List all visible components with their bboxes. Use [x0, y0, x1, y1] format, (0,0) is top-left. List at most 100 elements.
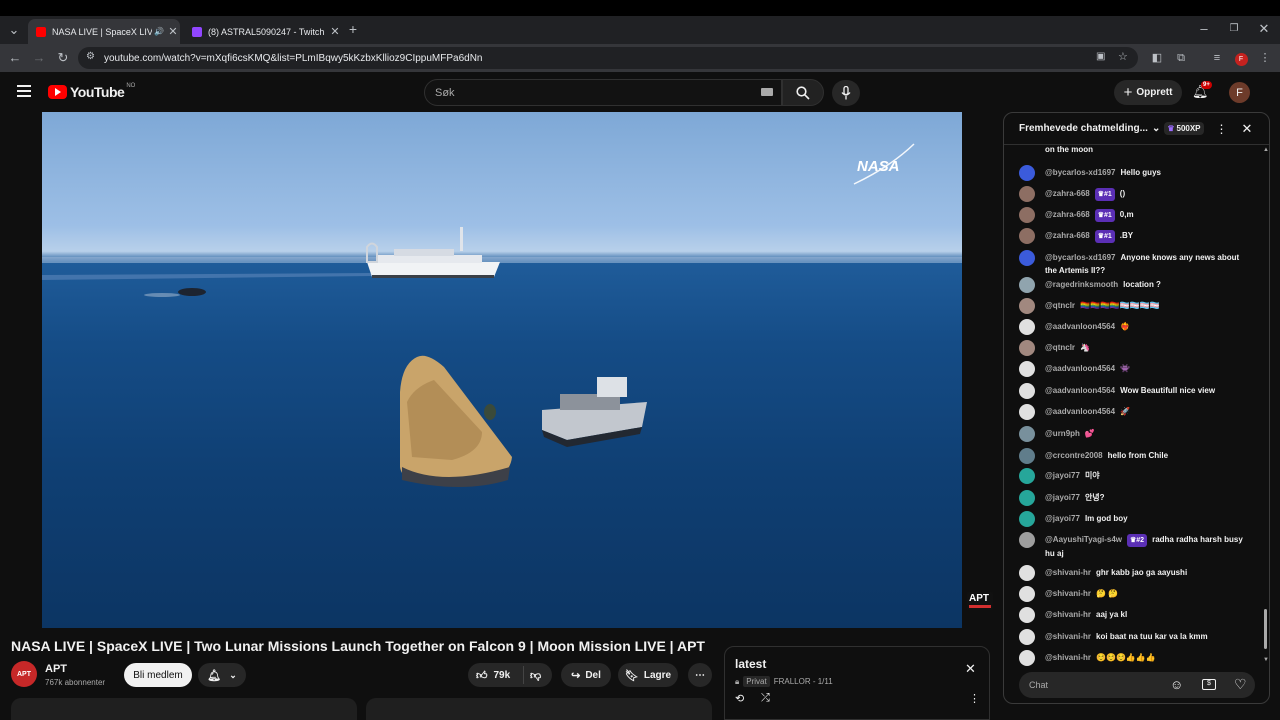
- emoji-picker-icon[interactable]: ☺: [1170, 677, 1183, 692]
- bookmark-star-icon[interactable]: ☆: [1118, 50, 1128, 63]
- chat-author-name[interactable]: @bycarlos-xd1697: [1045, 253, 1116, 262]
- join-button[interactable]: Bli medlem: [124, 663, 192, 687]
- chat-author-name[interactable]: @crcontre2008: [1045, 451, 1103, 460]
- audio-playing-icon[interactable]: 🔊: [152, 27, 166, 36]
- chat-message[interactable]: @jayoi77 미야: [1019, 468, 1251, 484]
- chat-author-avatar[interactable]: [1019, 586, 1035, 602]
- channel-avatar[interactable]: APT: [11, 661, 37, 687]
- video-player[interactable]: NASA: [42, 112, 962, 628]
- chat-author-avatar[interactable]: [1019, 404, 1035, 420]
- chat-author-avatar[interactable]: [1019, 650, 1035, 666]
- window-close-icon[interactable]: ✕: [1256, 21, 1272, 37]
- chat-author-name[interactable]: @jayoi77: [1045, 471, 1080, 480]
- chat-author-name[interactable]: @aadvanloon4564: [1045, 386, 1115, 395]
- chat-author-avatar[interactable]: [1019, 490, 1035, 506]
- voice-search-button[interactable]: [832, 80, 860, 106]
- chat-author-avatar[interactable]: [1019, 277, 1035, 293]
- save-button[interactable]: 🔖︎ Lagre: [618, 663, 678, 687]
- chat-message[interactable]: @zahra-668 ♛#1 .BY: [1019, 228, 1251, 244]
- chat-message[interactable]: @qtnclr 🏳️‍🌈🏳️‍🌈🏳️‍🌈🏳️‍🌈🏳️‍⚧️🏳️‍⚧️🏳️‍⚧️🏳️…: [1019, 298, 1251, 314]
- chat-message[interactable]: @aadvanloon4564 Wow Beautifull nice view: [1019, 383, 1251, 399]
- share-button[interactable]: ↪ Del: [561, 663, 611, 687]
- chat-author-avatar[interactable]: [1019, 607, 1035, 623]
- chat-message[interactable]: @shivani-hr 🤔 🤔: [1019, 586, 1251, 602]
- chat-author-name[interactable]: @jayoi77: [1045, 493, 1080, 502]
- new-tab-icon[interactable]: +: [345, 21, 361, 37]
- dislike-button[interactable]: 👎︎: [524, 669, 541, 682]
- chat-author-avatar[interactable]: [1019, 361, 1035, 377]
- extension-icon[interactable]: ◧: [1149, 50, 1165, 66]
- notifications-bell-icon[interactable]: 🔔︎ 9+: [1192, 81, 1212, 100]
- playlist-title[interactable]: latest: [735, 657, 766, 671]
- chat-message[interactable]: @shivani-hr ghr kabb jao ga aayushi: [1019, 565, 1251, 581]
- chat-message[interactable]: @aadvanloon4564 👾: [1019, 361, 1251, 377]
- loop-icon[interactable]: ⟲: [735, 692, 744, 705]
- chat-author-name[interactable]: @zahra-668: [1045, 210, 1090, 219]
- keyboard-icon[interactable]: [761, 88, 773, 96]
- chat-author-name[interactable]: @jayoi77: [1045, 514, 1080, 523]
- chat-message[interactable]: @aadvanloon4564 🚀: [1019, 404, 1251, 420]
- back-icon[interactable]: ←: [7, 50, 23, 66]
- chat-author-avatar[interactable]: [1019, 383, 1035, 399]
- chat-author-name[interactable]: @urn9ph: [1045, 429, 1080, 438]
- chat-author-avatar[interactable]: [1019, 565, 1035, 581]
- chat-author-name[interactable]: @zahra-668: [1045, 231, 1090, 240]
- chat-author-avatar[interactable]: [1019, 426, 1035, 442]
- maximize-icon[interactable]: ❐: [1226, 21, 1242, 37]
- chat-author-name[interactable]: @qtnclr: [1045, 301, 1075, 310]
- chat-author-name[interactable]: @zahra-668: [1045, 189, 1090, 198]
- chat-message[interactable]: @shivani-hr ☺️☺️☺️👍👍👍: [1019, 650, 1251, 666]
- chat-message[interactable]: @urn9ph 💕: [1019, 426, 1251, 442]
- forward-icon[interactable]: →: [31, 50, 47, 66]
- tab-twitch[interactable]: (8) ASTRAL5090247 - Twitch ✕: [184, 19, 342, 44]
- chat-author-name[interactable]: @shivani-hr: [1045, 610, 1091, 619]
- chat-author-name[interactable]: @bycarlos-xd1697: [1045, 168, 1116, 177]
- chat-author-avatar[interactable]: [1019, 165, 1035, 181]
- chat-message[interactable]: @bycarlos-xd1697 Hello guys: [1019, 165, 1251, 181]
- chat-message[interactable]: @shivani-hr aaj ya kl: [1019, 607, 1251, 623]
- chat-more-icon[interactable]: ⋮: [1216, 122, 1228, 136]
- install-app-icon[interactable]: ▣: [1096, 51, 1105, 62]
- super-chat-icon[interactable]: $: [1202, 679, 1216, 690]
- chat-message[interactable]: @crcontre2008 hello from Chile: [1019, 448, 1251, 464]
- more-actions-button[interactable]: ⋯: [688, 663, 712, 687]
- create-button[interactable]: + Opprett: [1114, 80, 1182, 105]
- chat-author-name[interactable]: @shivani-hr: [1045, 589, 1091, 598]
- chat-message[interactable]: @qtnclr 🦄: [1019, 340, 1251, 356]
- browser-menu-icon[interactable]: ⋮: [1257, 50, 1273, 66]
- tab-close-icon[interactable]: ✕: [166, 25, 180, 38]
- shuffle-icon[interactable]: ⤮: [761, 692, 770, 705]
- channel-name[interactable]: APT: [45, 663, 67, 675]
- reload-icon[interactable]: ↻: [55, 50, 71, 66]
- chat-author-avatar[interactable]: [1019, 319, 1035, 335]
- chat-author-avatar[interactable]: [1019, 511, 1035, 527]
- hamburger-menu-icon[interactable]: [17, 85, 31, 97]
- chat-message[interactable]: @zahra-668 ♛#1 0,m: [1019, 207, 1251, 223]
- chat-author-avatar[interactable]: [1019, 228, 1035, 244]
- heart-reaction-icon[interactable]: ♡: [1234, 676, 1247, 693]
- chat-author-avatar[interactable]: [1019, 207, 1035, 223]
- subscription-bell-button[interactable]: 🔔︎ ⌄: [198, 663, 246, 687]
- playlist-close-icon[interactable]: ✕: [965, 661, 976, 677]
- extensions-puzzle-icon[interactable]: ⧉: [1173, 50, 1189, 66]
- chat-author-name[interactable]: @AayushiTyagi-s4w: [1045, 535, 1122, 544]
- chat-message[interactable]: @bycarlos-xd1697 Anyone knows any news ab…: [1019, 250, 1251, 277]
- tab-search-icon[interactable]: ⌄: [6, 22, 22, 38]
- chat-author-name[interactable]: @shivani-hr: [1045, 653, 1091, 662]
- chat-author-avatar[interactable]: [1019, 340, 1035, 356]
- chat-author-name[interactable]: @qtnclr: [1045, 343, 1075, 352]
- search-input[interactable]: Søk: [424, 79, 782, 106]
- chat-input[interactable]: Chat: [1019, 672, 1255, 698]
- chat-close-icon[interactable]: ✕: [1242, 121, 1253, 137]
- chat-message[interactable]: @AayushiTyagi-s4w ♛#2 radha radha harsh bu…: [1019, 532, 1251, 560]
- chat-author-name[interactable]: @shivani-hr: [1045, 632, 1091, 641]
- chat-author-avatar[interactable]: [1019, 532, 1035, 548]
- url-field[interactable]: ⚙ youtube.com/watch?v=mXqfi6csKMQ&list=P…: [78, 47, 1138, 69]
- chat-message[interactable]: @zahra-668 ♛#1 (): [1019, 186, 1251, 202]
- profile-icon[interactable]: F: [1233, 50, 1249, 66]
- chat-author-name[interactable]: @aadvanloon4564: [1045, 407, 1115, 416]
- chat-author-name[interactable]: @ragedrinksmooth: [1045, 280, 1118, 289]
- chat-message[interactable]: @jayoi77 안녕?: [1019, 490, 1251, 506]
- chat-author-name[interactable]: @aadvanloon4564: [1045, 364, 1115, 373]
- media-controls-icon[interactable]: ≡: [1209, 50, 1225, 66]
